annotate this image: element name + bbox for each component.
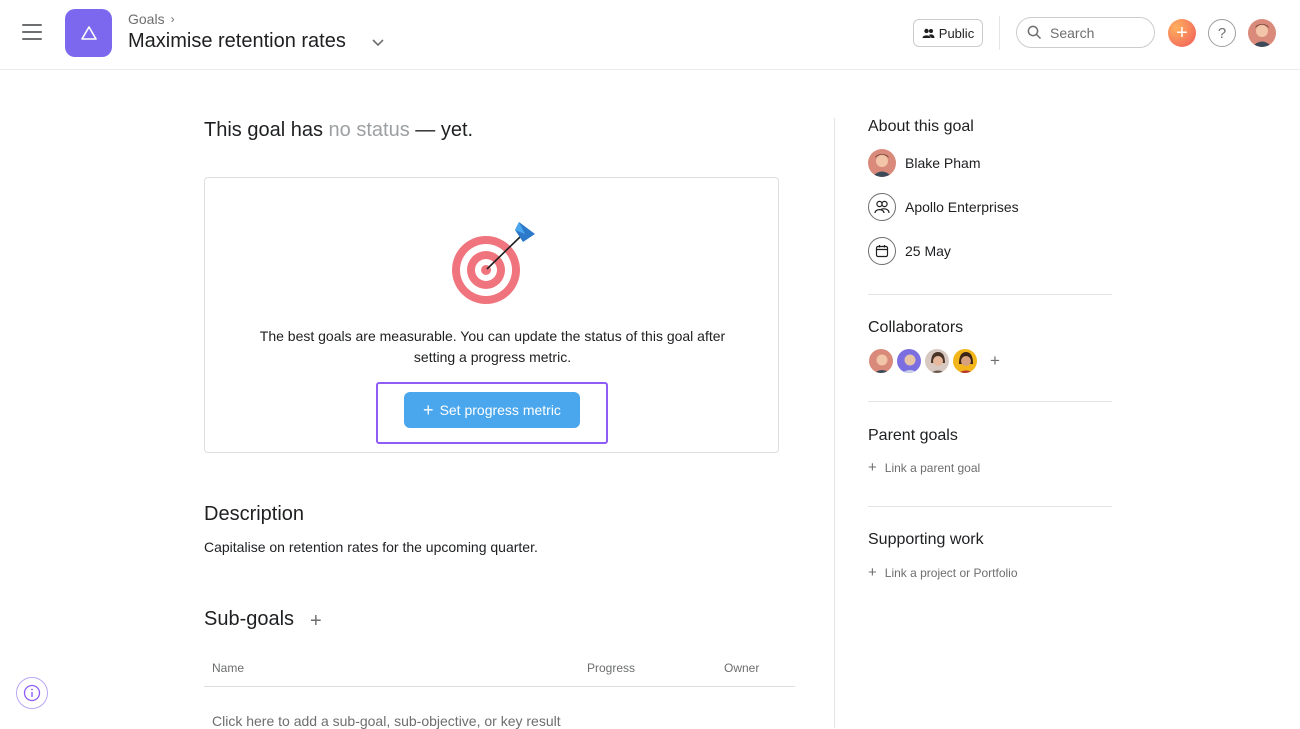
breadcrumb[interactable]: Goals › bbox=[128, 11, 175, 27]
top-bar: Goals › Maximise retention rates Public … bbox=[0, 0, 1300, 70]
plus-icon: + bbox=[1176, 22, 1188, 44]
sidebar-divider bbox=[834, 118, 835, 728]
add-subgoal-icon[interactable]: + bbox=[310, 610, 322, 633]
add-subgoal-row[interactable]: Click here to add a sub-goal, sub-object… bbox=[212, 713, 561, 729]
plus-icon: + bbox=[868, 459, 877, 476]
progress-metric-card: The best goals are measurable. You can u… bbox=[204, 177, 779, 453]
quick-add-button[interactable]: + bbox=[1168, 19, 1196, 47]
breadcrumb-goals[interactable]: Goals bbox=[128, 11, 165, 27]
description-text[interactable]: Capitalise on retention rates for the up… bbox=[204, 539, 538, 555]
parent-goals-heading: Parent goals bbox=[868, 427, 958, 444]
collaborator-avatar[interactable] bbox=[924, 348, 950, 374]
goal-owner[interactable]: Blake Pham bbox=[868, 149, 980, 177]
user-avatar[interactable] bbox=[1248, 19, 1276, 47]
chevron-down-icon[interactable] bbox=[370, 36, 386, 50]
sidebar-separator bbox=[868, 294, 1112, 295]
search-input[interactable] bbox=[1050, 24, 1140, 41]
subgoals-table-header: Name Progress Owner bbox=[204, 658, 795, 687]
team-name: Apollo Enterprises bbox=[905, 199, 1019, 215]
subgoals-heading: Sub-goals bbox=[204, 608, 295, 630]
add-collaborator-icon[interactable]: + bbox=[990, 351, 1000, 371]
goal-icon-tile bbox=[65, 9, 112, 57]
collaborators-heading: Collaborators bbox=[868, 319, 964, 336]
calendar-icon bbox=[868, 237, 896, 265]
link-parent-goal-label: Link a parent goal bbox=[884, 460, 981, 475]
triangle-icon bbox=[80, 26, 97, 40]
metric-hint-text: The best goals are measurable. You can u… bbox=[205, 326, 780, 368]
about-goal-heading: About this goal bbox=[868, 118, 974, 135]
chevron-right-icon: › bbox=[170, 12, 175, 26]
menu-icon[interactable] bbox=[22, 24, 42, 42]
description-heading: Description bbox=[204, 503, 305, 525]
goal-team[interactable]: Apollo Enterprises bbox=[868, 193, 1019, 221]
plus-icon: + bbox=[868, 564, 877, 581]
link-supporting-work[interactable]: + Link a project or Portfolio bbox=[868, 564, 1018, 581]
column-progress: Progress bbox=[587, 661, 636, 675]
public-label: Public bbox=[938, 25, 975, 41]
column-owner: Owner bbox=[724, 661, 760, 675]
status-highlight: no status bbox=[328, 119, 410, 141]
collaborators-list: + bbox=[868, 348, 1000, 374]
due-date: 25 May bbox=[905, 243, 951, 259]
divider bbox=[999, 16, 1000, 50]
plus-icon: + bbox=[423, 400, 434, 420]
info-button[interactable] bbox=[16, 677, 48, 709]
target-icon bbox=[452, 222, 535, 304]
sidebar-separator bbox=[868, 401, 1112, 402]
status-heading: This goal has no status — yet. bbox=[204, 119, 473, 142]
collaborator-avatar[interactable] bbox=[896, 348, 922, 374]
status-suffix: — yet. bbox=[415, 119, 474, 141]
owner-avatar bbox=[868, 149, 896, 177]
set-progress-metric-label: Set progress metric bbox=[439, 402, 561, 418]
info-icon bbox=[23, 684, 41, 702]
search-box[interactable] bbox=[1016, 17, 1155, 48]
owner-name: Blake Pham bbox=[905, 155, 981, 171]
page-title: Maximise retention rates bbox=[128, 30, 346, 52]
sidebar-separator bbox=[868, 506, 1112, 507]
people-icon bbox=[922, 28, 935, 38]
supporting-work-heading: Supporting work bbox=[868, 531, 984, 548]
metric-hint-line-1: The best goals are measurable. You can u… bbox=[259, 328, 726, 344]
set-progress-metric-button[interactable]: + Set progress metric bbox=[404, 392, 580, 428]
help-button[interactable]: ? bbox=[1208, 19, 1236, 47]
search-icon bbox=[1027, 25, 1042, 40]
collaborator-avatar[interactable] bbox=[868, 348, 894, 374]
link-parent-goal[interactable]: + Link a parent goal bbox=[868, 459, 980, 476]
metric-hint-line-2: setting a progress metric. bbox=[413, 349, 572, 365]
column-name: Name bbox=[212, 661, 245, 675]
collaborator-avatar[interactable] bbox=[952, 348, 978, 374]
public-button[interactable]: Public bbox=[913, 19, 983, 47]
team-icon bbox=[868, 193, 896, 221]
status-prefix: This goal has bbox=[204, 119, 323, 141]
goal-due-date[interactable]: 25 May bbox=[868, 237, 951, 265]
link-supporting-work-label: Link a project or Portfolio bbox=[884, 565, 1018, 580]
